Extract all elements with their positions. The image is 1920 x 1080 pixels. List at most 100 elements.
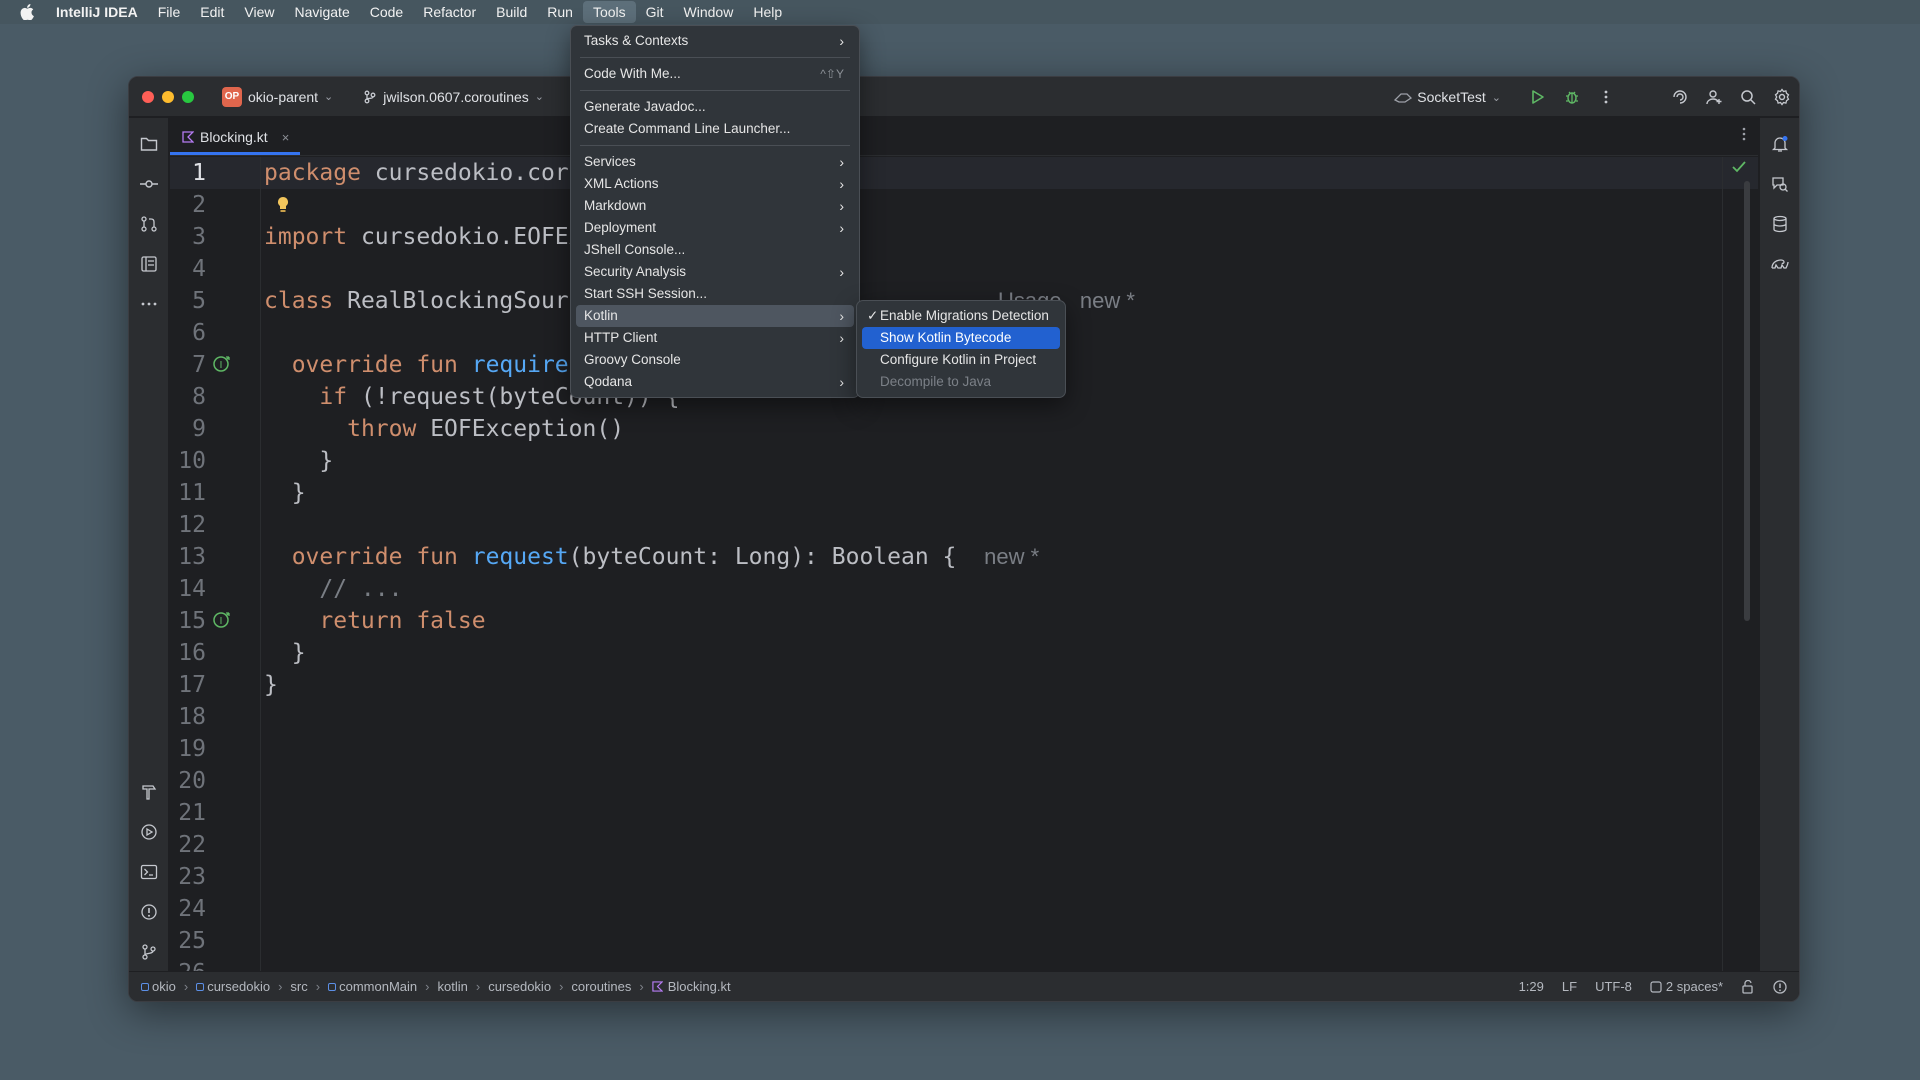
debug-icon[interactable] [1555, 80, 1589, 114]
database-icon[interactable] [1768, 212, 1792, 236]
structure-icon[interactable] [137, 252, 161, 276]
indent-setting[interactable]: 2 spaces* [1650, 979, 1723, 994]
menu-item-tasks-contexts[interactable]: Tasks & Contexts › [576, 30, 854, 52]
menu-item-jshell-console[interactable]: JShell Console... [576, 239, 854, 261]
ai-chat-icon[interactable] [1768, 172, 1792, 196]
line-number: 4 [192, 256, 206, 282]
lightbulb-icon[interactable] [276, 196, 290, 214]
menu-refactor[interactable]: Refactor [413, 1, 486, 23]
apple-icon[interactable] [14, 4, 40, 20]
commit-icon[interactable] [137, 172, 161, 196]
inspections-ok-check-icon[interactable] [1732, 161, 1746, 173]
terminal-icon[interactable] [137, 860, 161, 884]
menu-item-code-with-me[interactable]: Code With Me... ^⇧Y [576, 63, 854, 85]
submenu-item-show-kotlin-bytecode[interactable]: Show Kotlin Bytecode [862, 327, 1060, 349]
menu-item-services[interactable]: Services › [576, 151, 854, 173]
submenu-item-configure-kotlin[interactable]: Configure Kotlin in Project [862, 349, 1060, 371]
more-actions-icon[interactable] [1589, 80, 1623, 114]
code-line-1: package cursedokio.coro [264, 160, 583, 186]
menu-item-markdown[interactable]: Markdown › [576, 195, 854, 217]
ai-assistant-icon[interactable] [1663, 80, 1697, 114]
menu-item-generate-javadoc[interactable]: Generate Javadoc... [576, 96, 854, 118]
gutter-separator [260, 157, 261, 971]
git-branch-icon [364, 90, 376, 103]
menu-run[interactable]: Run [537, 1, 583, 23]
project-folder-icon[interactable] [137, 132, 161, 156]
editor-scrollbar[interactable] [1744, 181, 1750, 621]
lock-open-icon[interactable] [1741, 979, 1755, 994]
notifications-bell-icon[interactable] [1768, 132, 1792, 156]
menu-help[interactable]: Help [743, 1, 792, 23]
menu-navigate[interactable]: Navigate [284, 1, 359, 23]
caret-position[interactable]: 1:29 [1519, 979, 1544, 994]
pull-requests-icon[interactable] [137, 212, 161, 236]
menu-file[interactable]: File [148, 1, 191, 23]
search-icon[interactable] [1731, 80, 1765, 114]
menu-item-security-analysis[interactable]: Security Analysis › [576, 261, 854, 283]
build-hammer-icon[interactable] [137, 780, 161, 804]
run-configuration-selector[interactable]: SocketTest ⌄ [1393, 89, 1501, 105]
run-icon[interactable] [1521, 80, 1555, 114]
close-window-button[interactable] [142, 90, 154, 103]
menubar-app-name[interactable]: IntelliJ IDEA [46, 1, 148, 23]
breadcrumb-item[interactable]: okio [141, 979, 176, 994]
breadcrumb-item[interactable]: cursedokio [196, 979, 270, 994]
maximize-window-button[interactable] [182, 90, 194, 103]
tab-options-icon[interactable] [1742, 127, 1746, 144]
project-switcher[interactable]: OP okio-parent ⌄ [222, 86, 333, 107]
menu-code[interactable]: Code [360, 1, 413, 23]
chevron-right-icon: › [315, 979, 321, 994]
chevron-right-icon: › [183, 979, 189, 994]
shortcut-hint: ^⇧Y [820, 67, 844, 81]
minimize-window-button[interactable] [162, 90, 174, 103]
menu-tools[interactable]: Tools [582, 1, 636, 23]
line-separator[interactable]: LF [1562, 979, 1577, 994]
menu-item-xml-actions[interactable]: XML Actions › [576, 173, 854, 195]
toolbar-right: SocketTest ⌄ [1393, 77, 1799, 117]
breadcrumb-item[interactable]: cursedokio [488, 979, 551, 994]
breadcrumb-item[interactable]: src [290, 979, 307, 994]
code-with-me-icon[interactable] [1697, 80, 1731, 114]
file-encoding[interactable]: UTF-8 [1595, 979, 1632, 994]
branch-switcher[interactable]: jwilson.0607.coroutines ⌄ [363, 89, 544, 105]
menu-item-create-launcher[interactable]: Create Command Line Launcher... [576, 118, 854, 140]
line-number: 24 [178, 896, 206, 922]
breadcrumb-item[interactable]: commonMain [328, 979, 417, 994]
menu-edit[interactable]: Edit [190, 1, 234, 23]
services-run-icon[interactable] [137, 820, 161, 844]
code-editor[interactable]: 1 2 3 4 5 6 7 8 9 10 11 12 13 14 15 16 1… [170, 157, 1758, 971]
breadcrumb-item[interactable]: kotlin [437, 979, 467, 994]
submenu-item-enable-migrations-detection[interactable]: ✓ Enable Migrations Detection [862, 305, 1060, 327]
implements-gutter-icon[interactable]: I [212, 610, 232, 630]
problems-icon[interactable] [137, 900, 161, 924]
branch-name: jwilson.0607.coroutines [383, 88, 529, 105]
breadcrumb-item[interactable]: coroutines [571, 979, 631, 994]
menu-item-kotlin[interactable]: Kotlin › [576, 305, 854, 327]
problems-status-icon[interactable] [1773, 979, 1787, 994]
project-name: okio-parent [248, 88, 319, 105]
settings-gear-icon[interactable] [1765, 80, 1799, 114]
git-icon[interactable] [137, 940, 161, 964]
line-number: 25 [178, 928, 206, 954]
chevron-right-icon: › [839, 264, 844, 280]
implements-gutter-icon[interactable]: I [212, 354, 232, 374]
run-config-icon [1394, 93, 1413, 103]
module-icon [196, 982, 205, 991]
menu-view[interactable]: View [234, 1, 284, 23]
more-tool-windows-icon[interactable] [137, 292, 161, 316]
menu-item-deployment[interactable]: Deployment › [576, 217, 854, 239]
line-number: 23 [178, 864, 206, 890]
menu-item-start-ssh-session[interactable]: Start SSH Session... [576, 283, 854, 305]
gradle-icon[interactable] [1768, 252, 1792, 276]
menu-git[interactable]: Git [636, 1, 674, 23]
tab-blocking-kt[interactable]: Blocking.kt × [170, 118, 301, 156]
menu-build[interactable]: Build [486, 1, 537, 23]
menu-window[interactable]: Window [674, 1, 744, 23]
chevron-right-icon: › [839, 154, 844, 170]
close-tab-icon[interactable]: × [282, 130, 290, 145]
menu-item-http-client[interactable]: HTTP Client › [576, 327, 854, 349]
chevron-right-icon: › [839, 308, 844, 324]
menu-item-groovy-console[interactable]: Groovy Console [576, 349, 854, 371]
breadcrumb-item[interactable]: Blocking.kt [652, 979, 731, 994]
menu-item-qodana[interactable]: Qodana › [576, 371, 854, 393]
